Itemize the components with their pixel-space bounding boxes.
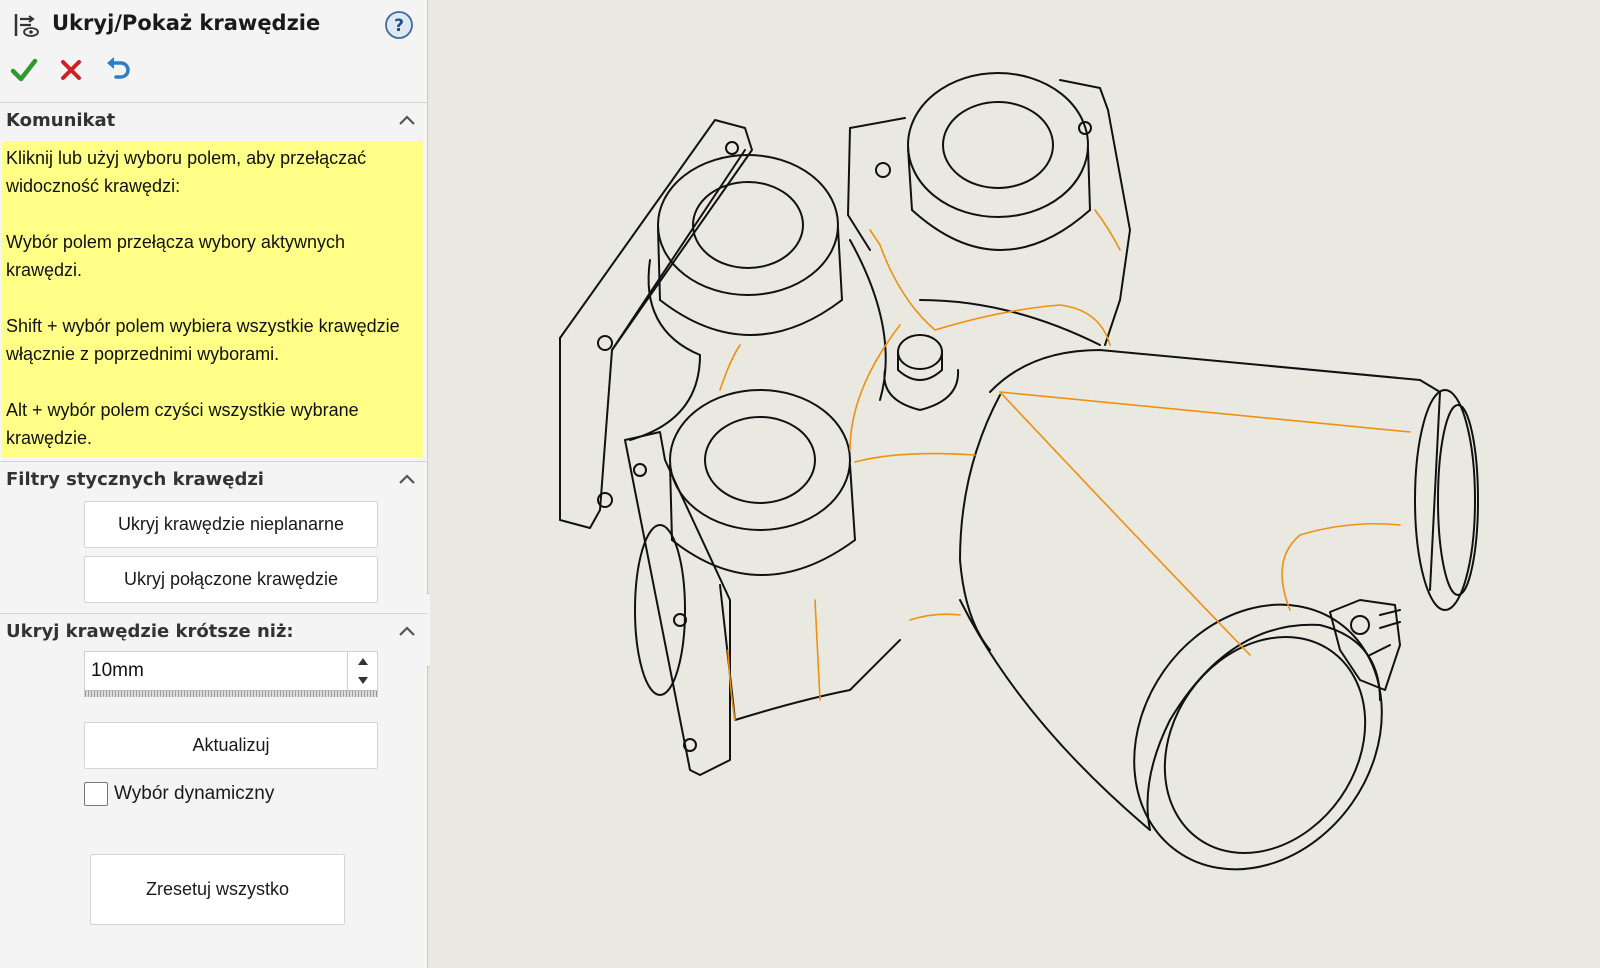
reset-all-button[interactable]: Zresetuj wszystko <box>90 854 345 925</box>
edge-length-stepper <box>84 651 378 697</box>
edge-visibility-icon <box>11 10 41 40</box>
decrement-button[interactable] <box>348 671 377 690</box>
close-icon <box>61 60 81 80</box>
chevron-up-icon[interactable] <box>398 113 416 127</box>
panel-titlebar: Ukryj/Pokaż krawędzie ? <box>0 0 428 50</box>
message-paragraph: Wybór polem przełącza wybory aktywnych k… <box>6 232 345 280</box>
action-bar <box>0 52 428 90</box>
hide-nonplanar-edges-button[interactable]: Ukryj krawędzie nieplanarne <box>84 501 378 548</box>
graphics-viewport[interactable] <box>430 0 1600 968</box>
manifold-model[interactable] <box>430 0 1600 968</box>
svg-text:?: ? <box>394 16 404 36</box>
message-paragraph: Kliknij lub użyj wyboru polem, aby przeł… <box>6 148 367 196</box>
edge-length-input[interactable] <box>85 652 345 690</box>
chevron-up-icon[interactable] <box>398 624 416 638</box>
undo-button[interactable] <box>100 52 136 88</box>
section-short-edges-label: Ukryj krawędzie krótsze niż: <box>6 621 294 642</box>
property-manager-panel: Ukryj/Pokaż krawędzie ? Komunikat Klikni… <box>0 0 428 968</box>
dynamic-selection-checkbox[interactable]: Wybór dynamiczny <box>84 781 274 807</box>
message-box: Kliknij lub użyj wyboru polem, aby przeł… <box>2 141 423 457</box>
app-window: Ukryj/Pokaż krawędzie ? Komunikat Klikni… <box>0 0 1600 968</box>
message-paragraph: Alt + wybór polem czyści wszystkie wybra… <box>6 400 359 448</box>
message-paragraph: Shift + wybór polem wybiera wszystkie kr… <box>6 316 400 364</box>
section-short-edges-header[interactable]: Ukryj krawędzie krótsze niż: <box>0 613 428 647</box>
checkbox-box[interactable] <box>84 782 108 806</box>
section-message-header[interactable]: Komunikat <box>0 102 428 136</box>
hide-connected-edges-button[interactable]: Ukryj połączone krawędzie <box>84 556 378 603</box>
stepper-buttons <box>347 652 377 690</box>
dynamic-selection-label: Wybór dynamiczny <box>114 783 275 804</box>
help-icon[interactable]: ? <box>384 10 414 40</box>
ok-button[interactable] <box>6 52 42 88</box>
check-icon <box>10 58 38 82</box>
arrow-down-icon <box>357 677 368 684</box>
section-message-label: Komunikat <box>6 110 116 131</box>
cancel-button[interactable] <box>53 52 89 88</box>
arrow-up-icon <box>357 658 368 665</box>
edge-length-slider[interactable] <box>85 690 377 697</box>
chevron-up-icon[interactable] <box>398 472 416 486</box>
section-tangent-filters-label: Filtry stycznych krawędzi <box>6 469 264 490</box>
panel-title: Ukryj/Pokaż krawędzie <box>52 11 321 35</box>
section-tangent-filters-header[interactable]: Filtry stycznych krawędzi <box>0 461 428 495</box>
update-button[interactable]: Aktualizuj <box>84 722 378 769</box>
increment-button[interactable] <box>348 652 377 671</box>
undo-icon <box>107 57 130 79</box>
